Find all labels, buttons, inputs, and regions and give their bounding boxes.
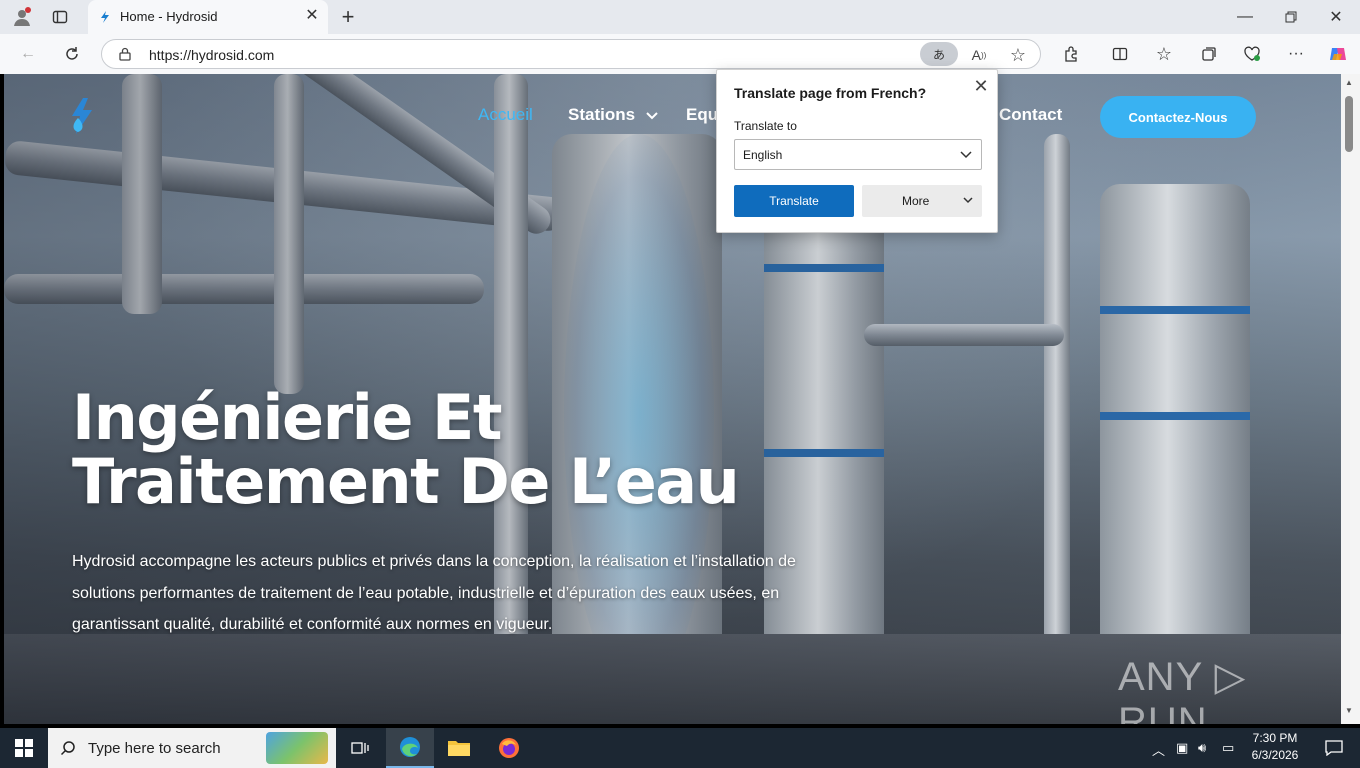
chevron-down-icon (960, 151, 972, 159)
refresh-icon[interactable] (58, 40, 86, 68)
nav-link-home[interactable]: Accueil (478, 105, 533, 125)
anyrun-watermark: ANY ▷ RUN (1118, 655, 1247, 724)
hydrosid-favicon-icon (101, 11, 109, 23)
close-window-icon[interactable]: ✕ (1322, 3, 1350, 31)
tab-title: Home - Hydrosid (120, 9, 218, 24)
scroll-down-icon[interactable]: ▼ (1345, 706, 1353, 715)
collections-icon[interactable] (1195, 40, 1223, 68)
translate-button[interactable]: Translate (734, 185, 854, 217)
tray-chevron-icon[interactable]: ︿ (1152, 740, 1165, 759)
copilot-icon[interactable] (1324, 40, 1352, 68)
more-button-label: More (902, 194, 930, 208)
search-icon (60, 741, 75, 756)
minimize-icon[interactable]: — (1231, 3, 1259, 31)
language-select[interactable]: English (734, 139, 982, 170)
lock-icon[interactable] (118, 47, 132, 61)
file-explorer-icon[interactable] (435, 728, 483, 768)
chevron-down-icon (646, 111, 658, 119)
extensions-icon[interactable] (1057, 40, 1085, 68)
favorite-star-icon[interactable]: ☆ (1006, 43, 1030, 67)
scroll-thumb[interactable] (1345, 96, 1353, 152)
tab-actions-icon[interactable] (46, 3, 74, 31)
taskbar-clock[interactable]: 7:30 PM 6/3/2026 (1243, 730, 1307, 764)
notifications-icon[interactable] (1310, 728, 1358, 768)
page-viewport: Accueil Stations Equ Contact Contactez-N… (4, 74, 1341, 724)
windows-start-icon[interactable] (0, 728, 48, 768)
clock-date: 6/3/2026 (1251, 748, 1299, 762)
translate-popup-title: Translate page from French? (734, 85, 927, 101)
nav-link-stations[interactable]: Stations (568, 105, 658, 125)
browser-toolbar: ← https://hydrosid.com あ A)) ☆ ☆ ··· (0, 34, 1360, 74)
search-placeholder: Type here to search (88, 740, 221, 757)
translate-icon[interactable]: あ (920, 42, 958, 66)
close-icon[interactable]: ✕ (971, 76, 991, 96)
nav-link-contact[interactable]: Contact (999, 105, 1062, 125)
network-icon[interactable]: ▭ (1222, 740, 1234, 756)
restore-icon[interactable] (1277, 3, 1305, 31)
tab-close-icon[interactable]: ✕ (302, 6, 322, 26)
more-button[interactable]: More (862, 185, 982, 217)
hero-description: Hydrosid accompagne les acteurs publics … (72, 553, 796, 633)
scroll-up-icon[interactable]: ▲ (1345, 78, 1353, 87)
url-text[interactable]: https://hydrosid.com (149, 47, 274, 63)
hydrosid-logo-icon[interactable] (64, 96, 98, 136)
translate-popup: Translate page from French? ✕ Translate … (716, 69, 998, 233)
search-highlight-icon (266, 732, 328, 764)
more-menu-icon[interactable]: ··· (1282, 40, 1310, 68)
translate-to-label: Translate to (734, 119, 797, 133)
split-screen-icon[interactable] (1106, 40, 1134, 68)
browser-tab[interactable]: Home - Hydrosid ✕ (88, 0, 328, 34)
favorites-icon[interactable]: ☆ (1150, 40, 1178, 68)
browser-essentials-icon[interactable] (1238, 40, 1266, 68)
browser-tab-bar: Home - Hydrosid ✕ + — ✕ (0, 0, 1360, 34)
windows-taskbar: Type here to search ︿ ▣ 🔊︎ ▭ 7:30 PM 6/3… (0, 728, 1360, 768)
taskbar-search-box[interactable]: Type here to search (48, 728, 336, 768)
contact-us-button[interactable]: Contactez-Nous (1100, 96, 1256, 138)
volume-icon[interactable]: 🔊︎ (1198, 740, 1206, 756)
read-aloud-icon[interactable]: A)) (967, 43, 991, 67)
profile-icon[interactable] (8, 3, 36, 31)
back-icon[interactable]: ← (14, 40, 42, 68)
new-tab-icon[interactable]: + (334, 3, 362, 31)
hero-title: Ingénierie Et Traitement De L’eau (72, 381, 740, 518)
edge-taskbar-icon[interactable] (386, 728, 434, 768)
firefox-icon[interactable] (485, 728, 533, 768)
page-scrollbar[interactable]: ▲ ▼ (1341, 74, 1360, 724)
clock-time: 7:30 PM (1252, 731, 1298, 745)
task-view-icon[interactable] (336, 728, 384, 768)
language-select-value: English (743, 148, 783, 162)
address-bar[interactable]: https://hydrosid.com あ A)) ☆ (101, 39, 1041, 69)
chevron-down-icon (963, 197, 973, 204)
nav-link-equipment[interactable]: Equ (686, 105, 718, 125)
tray-device-icon[interactable]: ▣ (1176, 740, 1188, 756)
nav-stations-label: Stations (568, 105, 636, 124)
